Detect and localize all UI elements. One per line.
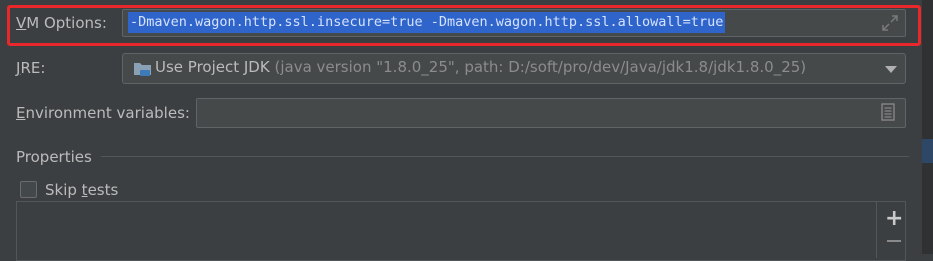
properties-header: Properties <box>16 148 92 166</box>
properties-divider <box>101 156 909 157</box>
skip-tests-checkbox[interactable] <box>20 181 37 198</box>
properties-table[interactable] <box>16 201 906 261</box>
plus-icon[interactable]: + <box>885 206 903 231</box>
vm-options-label: VM Options: <box>16 14 107 32</box>
jre-label: JRE: <box>16 59 46 77</box>
env-vars-input[interactable] <box>196 98 906 128</box>
jdk-folder-icon <box>133 60 153 78</box>
jre-selected-value: Use Project JDK (java version "1.8.0_25"… <box>155 58 807 76</box>
window-edge-accent <box>922 139 933 163</box>
chevron-down-icon[interactable] <box>885 66 897 73</box>
window-edge <box>922 0 933 254</box>
table-toolbar-divider <box>876 202 877 258</box>
skip-tests-label[interactable]: Skip tests <box>45 181 118 199</box>
env-vars-label: Environment variables: <box>16 104 190 122</box>
expand-icon[interactable] <box>880 13 900 33</box>
vm-options-selected-text[interactable]: -Dmaven.wagon.http.ssl.insecure=true -Dm… <box>128 12 726 33</box>
minus-icon[interactable] <box>887 240 901 242</box>
document-icon[interactable] <box>881 103 895 121</box>
